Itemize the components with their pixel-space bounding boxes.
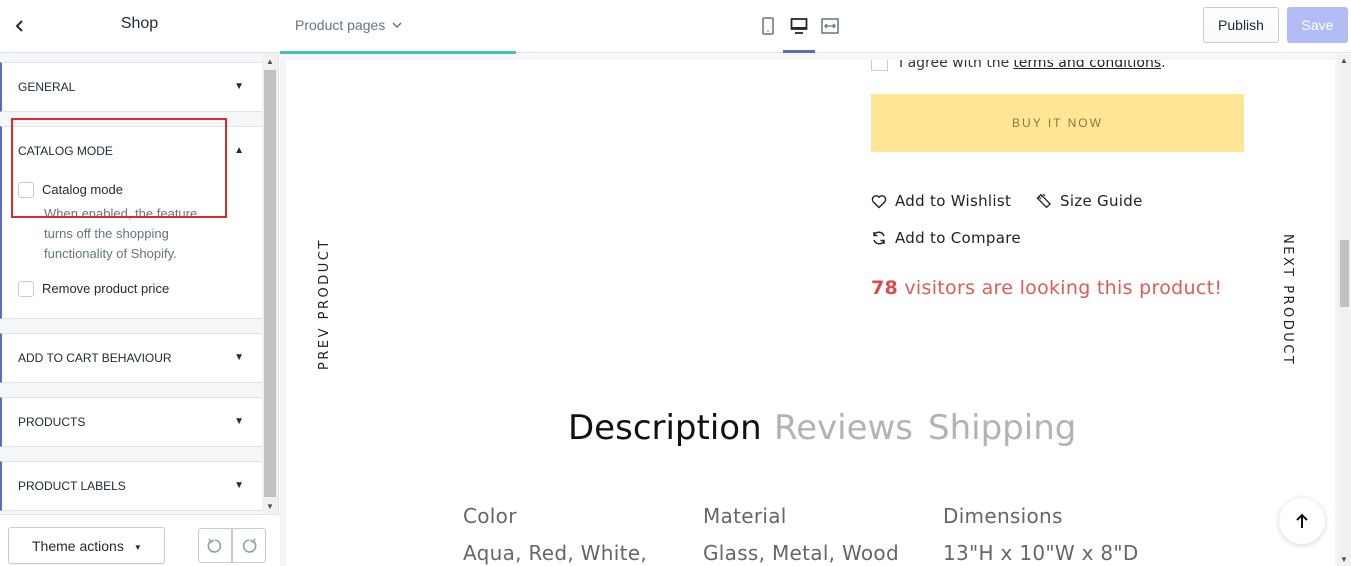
scroll-down-arrow-icon[interactable]: ▼	[1340, 555, 1348, 564]
section-product-labels[interactable]: PRODUCT LABELS ▼	[0, 461, 262, 511]
spec-value-color: Aqua, Red, White,	[463, 541, 647, 565]
mobile-icon	[762, 17, 774, 35]
section-general[interactable]: GENERAL ▼	[0, 62, 262, 112]
ruler-icon	[1036, 193, 1051, 209]
preview-scrollbar-thumb[interactable]	[1340, 240, 1349, 307]
terms-link[interactable]: terms and conditions	[1013, 60, 1161, 71]
tab-reviews[interactable]: Reviews	[774, 408, 913, 448]
scroll-up-arrow-icon[interactable]: ▲	[266, 57, 274, 66]
visitors-count: 78	[871, 277, 899, 299]
caret-down-icon: ▼	[133, 542, 142, 552]
sidebar-footer: Theme actions ▼	[0, 514, 279, 566]
caret-up-icon: ▲	[234, 145, 244, 156]
theme-editor-sidebar: Shop GENERAL ▼ CATALOG MODE ▲ Catalog mo…	[0, 0, 279, 566]
buy-it-now-button[interactable]: BUY IT NOW	[871, 94, 1244, 152]
redo-icon	[242, 538, 257, 553]
preview-frame: I agree with the terms and conditions . …	[286, 60, 1335, 566]
publish-button[interactable]: Publish	[1203, 7, 1279, 43]
undo-button[interactable]	[198, 528, 232, 563]
sidebar-scrollbar[interactable]: ▲ ▼	[262, 53, 278, 513]
add-to-compare-link[interactable]: Add to Compare	[871, 229, 1021, 247]
spec-heading-dimensions: Dimensions	[943, 504, 1063, 528]
size-guide-label: Size Guide	[1060, 192, 1143, 210]
compare-arrows-icon	[873, 231, 885, 245]
section-add-to-cart[interactable]: ADD TO CART BEHAVIOUR ▼	[0, 333, 262, 383]
section-general-label: GENERAL	[18, 80, 76, 94]
remove-price-checkbox[interactable]	[18, 281, 34, 297]
section-products[interactable]: PRODUCTS ▼	[0, 397, 262, 447]
save-button[interactable]: Save	[1287, 7, 1348, 43]
caret-down-icon: ▼	[234, 416, 244, 427]
remove-price-label: Remove product price	[42, 281, 170, 296]
scroll-up-arrow-icon[interactable]: ▲	[1340, 56, 1348, 65]
section-products-label: PRODUCTS	[18, 415, 86, 429]
device-mobile-button[interactable]	[752, 12, 784, 40]
annotation-highlight-box	[11, 118, 227, 218]
section-add-to-cart-label: ADD TO CART BEHAVIOUR	[18, 351, 172, 365]
terms-agreement[interactable]: I agree with the terms and conditions .	[871, 60, 1166, 71]
section-general-header[interactable]: GENERAL ▼	[2, 63, 262, 111]
redo-button[interactable]	[232, 528, 266, 563]
tab-shipping[interactable]: Shipping	[928, 408, 1076, 448]
preview-scrollbar[interactable]: ▲ ▼	[1337, 54, 1351, 566]
undo-icon	[207, 538, 222, 553]
arrow-up-icon	[1296, 513, 1308, 528]
next-product-link[interactable]: NEXT PRODUCT	[1280, 234, 1295, 374]
sidebar-header: Shop	[0, 0, 279, 53]
size-guide-link[interactable]: Size Guide	[1034, 192, 1143, 210]
remove-price-option[interactable]: Remove product price	[18, 281, 169, 297]
terms-prefix: I agree with the	[899, 60, 1010, 71]
add-to-wishlist-link[interactable]: Add to Wishlist	[871, 192, 1011, 210]
spec-value-material: Glass, Metal, Wood	[703, 541, 899, 565]
caret-down-icon: ▼	[234, 480, 244, 491]
tab-description[interactable]: Description	[568, 408, 762, 448]
scroll-down-arrow-icon[interactable]: ▼	[266, 502, 274, 511]
storefront-preview: I agree with the terms and conditions . …	[280, 54, 1351, 566]
theme-actions-button[interactable]: Theme actions ▼	[8, 527, 165, 564]
section-product-labels-label: PRODUCT LABELS	[18, 479, 126, 493]
catalog-mode-help-line: functionality of Shopify.	[44, 246, 177, 261]
heart-icon	[871, 194, 887, 208]
compare-label: Add to Compare	[895, 229, 1021, 247]
section-add-to-cart-header[interactable]: ADD TO CART BEHAVIOUR ▼	[2, 334, 262, 382]
visitors-text: visitors are looking this product!	[898, 277, 1223, 299]
section-products-header[interactable]: PRODUCTS ▼	[2, 398, 262, 446]
spec-heading-color: Color	[463, 504, 517, 528]
sidebar-title: Shop	[120, 15, 159, 32]
theme-actions-label: Theme actions	[32, 537, 124, 554]
caret-down-icon: ▼	[234, 352, 244, 363]
page-type-selector[interactable]: Product pages	[295, 17, 403, 33]
desktop-icon	[790, 18, 808, 34]
sidebar-scrollbar-thumb[interactable]	[264, 70, 276, 497]
terms-checkbox[interactable]	[871, 60, 888, 71]
spec-value-dimensions: 13"H x 10"W x 8"D	[943, 541, 1139, 565]
caret-down-icon: ▼	[234, 81, 244, 92]
visitors-notice: 78 visitors are looking this product!	[871, 277, 1222, 299]
editor-topbar: Product pages Publish Save	[280, 0, 1351, 54]
prev-product-link[interactable]: PREV PRODUCT	[317, 230, 332, 370]
device-fullscreen-button[interactable]	[814, 12, 846, 40]
chevron-down-icon	[392, 22, 402, 29]
spec-heading-material: Material	[703, 504, 787, 528]
wishlist-label: Add to Wishlist	[895, 192, 1012, 210]
section-product-labels-header[interactable]: PRODUCT LABELS ▼	[2, 462, 262, 510]
page-type-label: Product pages	[295, 17, 386, 33]
catalog-mode-help-line: turns off the shopping	[44, 226, 169, 241]
terms-suffix: .	[1161, 60, 1166, 71]
full-width-icon	[821, 18, 839, 34]
back-to-top-button[interactable]	[1279, 498, 1325, 544]
device-desktop-button[interactable]	[783, 12, 815, 53]
